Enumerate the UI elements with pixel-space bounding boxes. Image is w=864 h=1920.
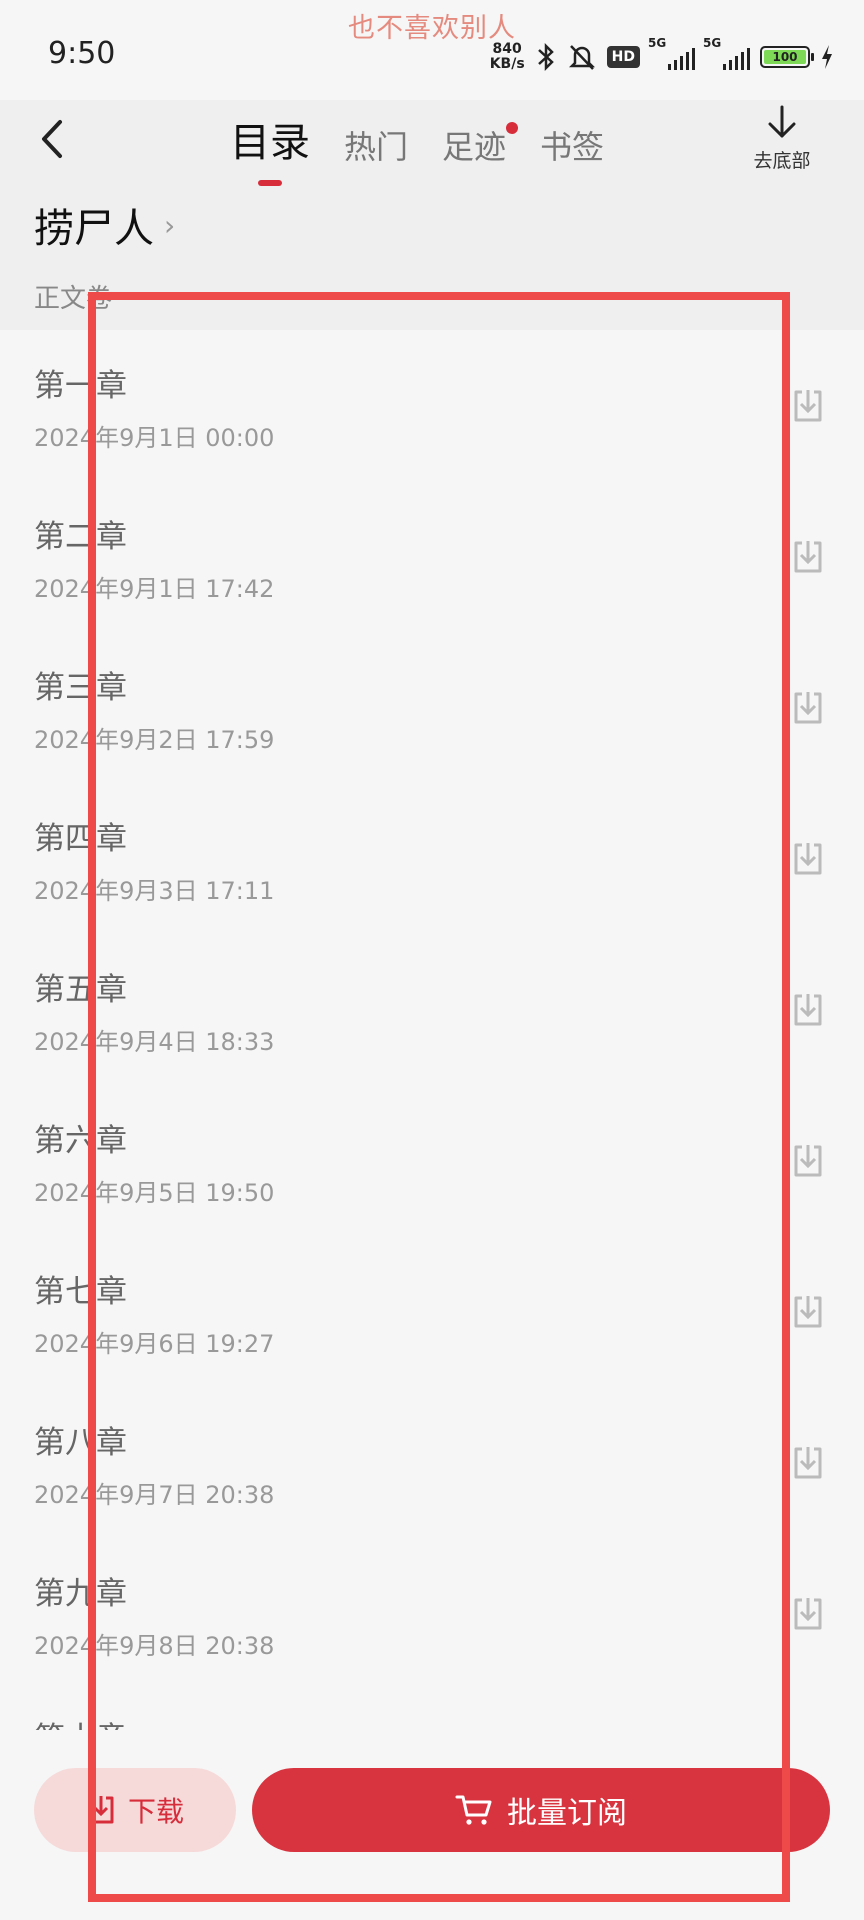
new-badge-dot (506, 122, 519, 134)
tab-popular[interactable]: 热门 (344, 122, 408, 186)
chapter-name: 第四章 (34, 821, 127, 857)
tab-bookmarks[interactable]: 书签 (540, 122, 604, 186)
chapter-item[interactable]: 第十章 (0, 1689, 864, 1730)
chapter-name: 第五章 (34, 972, 127, 1008)
mute-bell-icon (568, 45, 595, 70)
tab-catalog[interactable]: 目录 (230, 110, 310, 186)
chapter-name: 第二章 (34, 519, 127, 555)
chapter-date: 2024年9月6日 19:27 (34, 1330, 275, 1358)
chapter-name: 第十章 (34, 1713, 127, 1730)
bluetooth-icon (537, 42, 554, 72)
arrow-down-icon (768, 105, 796, 138)
chapter-item[interactable]: 第二章 2024年9月1日 17:42 (0, 481, 864, 632)
chapter-item[interactable]: 第六章 2024年9月5日 19:50 (0, 1085, 864, 1236)
batch-subscribe-label: 批量订阅 (507, 1797, 627, 1830)
back-button[interactable] (32, 114, 72, 164)
download-chapter-icon[interactable] (788, 839, 828, 879)
chapter-item[interactable]: 第三章 2024年9月2日 17:59 (0, 632, 864, 783)
chapter-date: 2024年9月1日 00:00 (34, 424, 275, 452)
chapter-item[interactable]: 第一章 2024年9月1日 00:00 (0, 330, 864, 481)
chapter-item[interactable]: 第九章 2024年9月8日 20:38 (0, 1538, 864, 1689)
download-chapter-icon[interactable] (788, 386, 828, 426)
download-chapter-icon[interactable] (788, 1443, 828, 1483)
chapter-name: 第九章 (34, 1576, 127, 1612)
tab-history-label: 足迹 (442, 128, 507, 166)
download-chapter-icon[interactable] (788, 1594, 828, 1634)
download-label: 下载 (127, 1796, 184, 1827)
chapter-item[interactable]: 第四章 2024年9月3日 17:11 (0, 783, 864, 934)
book-title-link[interactable]: 捞尸人 › (34, 196, 175, 254)
tab-bar: 目录 热门 足迹 书签 (230, 110, 604, 186)
chapter-list[interactable]: 第一章 2024年9月1日 00:00 第二章 2024年9月1日 17:42 … (0, 330, 864, 1730)
signal-tag-2: 5G (703, 36, 722, 50)
chapter-date: 2024年9月3日 17:11 (34, 877, 275, 905)
book-title: 捞尸人 (34, 206, 154, 252)
chapter-date: 2024年9月8日 20:38 (34, 1632, 275, 1660)
battery-level: 100 (764, 50, 806, 64)
signal-tag: 5G (648, 36, 667, 50)
volume-label: 正文卷 (34, 284, 113, 314)
network-speed-unit: KB/s (489, 56, 525, 72)
chapter-item[interactable]: 第八章 2024年9月7日 20:38 (0, 1387, 864, 1538)
bottom-action-bar: 下载 批量订阅 (0, 1730, 864, 1920)
chapter-name: 第六章 (34, 1123, 127, 1159)
chapter-date: 2024年9月1日 17:42 (34, 575, 275, 603)
tab-history[interactable]: 足迹 (442, 122, 519, 186)
download-chapter-icon[interactable] (788, 1141, 828, 1181)
catalog-header: 目录 热门 足迹 书签 去底部 捞尸人 › 正文卷 (0, 100, 864, 330)
chapter-name: 第七章 (34, 1274, 127, 1310)
status-bar: 也不喜欢别人 9:50 840 KB/s HD 5G 5G 100 (0, 0, 864, 100)
network-speed: 840 KB/s (490, 42, 525, 72)
hd-badge: HD (606, 46, 640, 68)
download-chapter-icon[interactable] (788, 990, 828, 1030)
back-arrow-icon (42, 120, 62, 158)
network-speed-value: 840 (492, 41, 522, 57)
chevron-right-icon: › (164, 208, 176, 242)
battery-icon: 100 (760, 46, 814, 68)
clock: 9:50 (48, 36, 116, 71)
download-chapter-icon[interactable] (788, 1292, 828, 1332)
chapter-date: 2024年9月4日 18:33 (34, 1028, 275, 1056)
chapter-name: 第三章 (34, 670, 127, 706)
go-to-bottom-button[interactable]: 去底部 (732, 104, 832, 173)
signal-strength-icon: 5G (648, 36, 695, 70)
charging-icon (822, 45, 832, 69)
download-chapter-icon[interactable] (788, 537, 828, 577)
chapter-item[interactable]: 第七章 2024年9月6日 19:27 (0, 1236, 864, 1387)
download-chapter-icon[interactable] (788, 688, 828, 728)
download-button[interactable]: 下载 (34, 1768, 236, 1852)
shopping-cart-icon (455, 1795, 492, 1825)
chapter-name: 第一章 (34, 368, 127, 404)
signal-strength-icon-2: 5G (703, 36, 750, 70)
batch-subscribe-button[interactable]: 批量订阅 (252, 1768, 830, 1852)
chapter-date: 2024年9月5日 19:50 (34, 1179, 275, 1207)
download-icon (88, 1796, 114, 1824)
chapter-date: 2024年9月7日 20:38 (34, 1481, 275, 1509)
status-icons: 840 KB/s HD 5G 5G 100 (490, 36, 834, 74)
chapter-name: 第八章 (34, 1425, 127, 1461)
go-to-bottom-label: 去底部 (753, 150, 811, 172)
chapter-date: 2024年9月2日 17:59 (34, 726, 275, 754)
chapter-item[interactable]: 第五章 2024年9月4日 18:33 (0, 934, 864, 1085)
